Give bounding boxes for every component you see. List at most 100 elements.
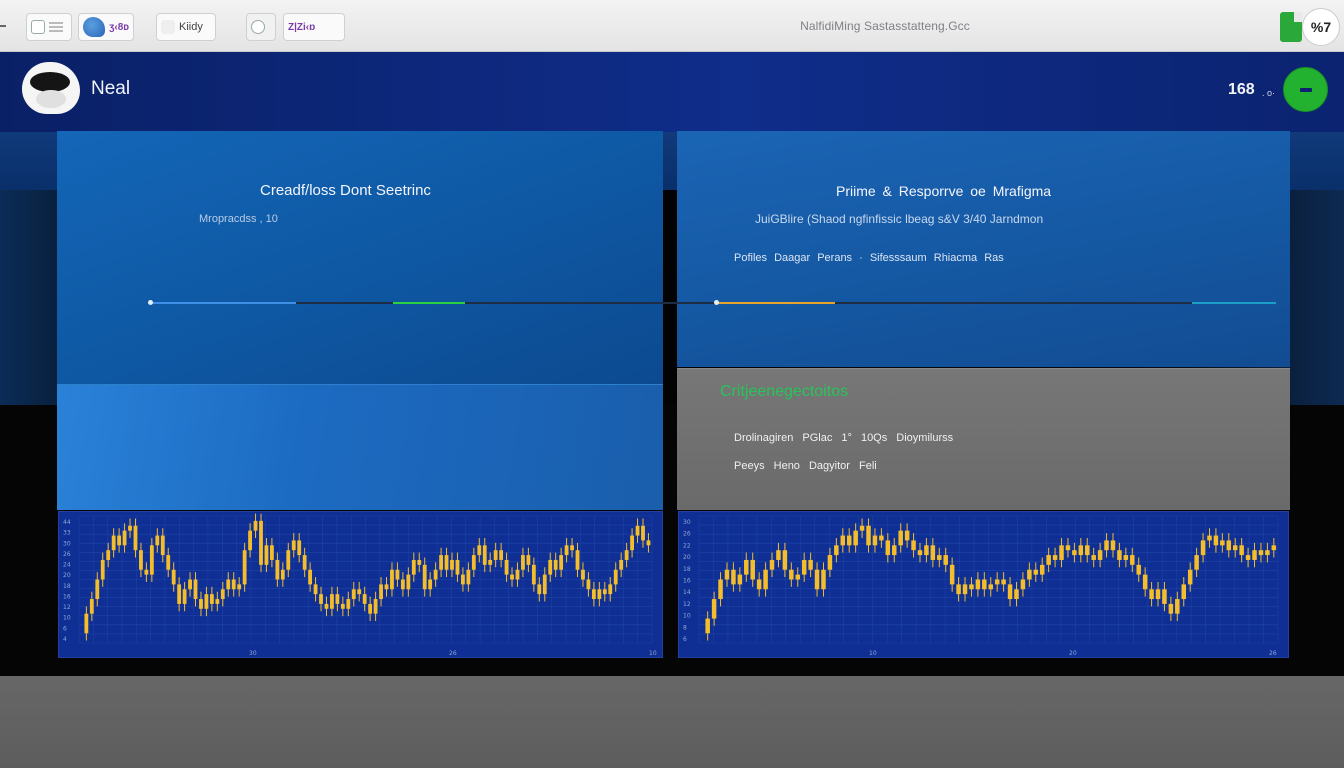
y-tick-label: 26 <box>683 531 691 538</box>
notification-badge[interactable]: %7 <box>1302 8 1340 46</box>
candle <box>988 584 994 590</box>
candle <box>275 559 280 580</box>
candle <box>969 584 974 590</box>
candle <box>477 545 482 556</box>
candle <box>379 584 383 600</box>
tab-5-label: Z|Zi‹ɒ <box>288 21 316 33</box>
candle <box>270 545 274 560</box>
candle <box>171 569 176 585</box>
candle <box>602 589 607 595</box>
candle <box>149 545 154 575</box>
candle <box>750 559 755 580</box>
candle <box>962 584 968 595</box>
candle <box>390 569 394 590</box>
candle <box>776 550 781 560</box>
y-tick-label: 22 <box>683 542 691 549</box>
x-tick-label: 30 <box>249 650 257 657</box>
chart-left-svg: 44 33 30 26 24 20 18 16 12 10 6 4 30 26 10 <box>63 513 657 657</box>
user-name: Neal <box>91 78 131 99</box>
candle <box>937 555 942 560</box>
tab-3[interactable]: Kiidy <box>156 13 216 41</box>
candle <box>444 555 449 570</box>
y-tick-label: 16 <box>63 593 71 600</box>
progress-segment <box>1191 302 1276 304</box>
candle <box>111 535 116 551</box>
candle <box>461 574 465 585</box>
candle <box>1232 545 1238 551</box>
candle <box>892 545 897 556</box>
candle <box>1149 589 1154 600</box>
tab-4[interactable] <box>246 13 276 41</box>
candle <box>834 545 839 556</box>
candle <box>488 559 493 565</box>
status-button[interactable] <box>1283 67 1328 112</box>
y-tick-label: 30 <box>63 540 71 547</box>
panel-subtitle: JuiGBlire (Shaod ngfinfissic lbeag s&V 3… <box>755 212 1044 226</box>
candle <box>898 530 903 546</box>
candle <box>193 579 198 600</box>
candle <box>531 564 536 585</box>
progress-handle[interactable] <box>148 300 153 305</box>
candle <box>1052 555 1058 560</box>
candle <box>160 535 165 556</box>
candle <box>510 574 514 580</box>
candle <box>128 525 132 531</box>
candle <box>199 599 203 609</box>
extension-icon[interactable] <box>1280 12 1302 42</box>
candle <box>1110 540 1116 551</box>
candle <box>1039 564 1045 575</box>
tab-2[interactable]: ʒ‹8ᴅ <box>78 13 134 41</box>
candle <box>630 535 634 551</box>
candle <box>406 574 411 590</box>
candlestick-chart-left: 44 33 30 26 24 20 18 16 12 10 6 4 30 26 10 <box>58 511 663 658</box>
minus-icon <box>1299 87 1312 92</box>
y-tick-label: 8 <box>683 624 687 631</box>
page-icon <box>31 20 45 34</box>
candle <box>795 574 801 580</box>
panel-meta: Pofiles Daagar Perans · Sifesssaum Rhiac… <box>734 252 1004 264</box>
candle <box>949 564 955 585</box>
candle <box>956 584 961 595</box>
candle <box>362 594 367 604</box>
candle <box>853 530 858 546</box>
footer-area <box>0 676 1344 768</box>
candle <box>433 569 438 580</box>
progress-segment <box>716 302 835 304</box>
candle <box>1162 589 1167 604</box>
candle <box>106 550 111 560</box>
critical-line-2: Peeys Heno Dagyitor Feli <box>734 460 877 472</box>
candle <box>879 535 884 541</box>
candle <box>259 520 263 565</box>
candle <box>737 574 743 585</box>
candle <box>313 584 318 595</box>
progress-timeline[interactable] <box>148 300 1276 305</box>
tab-1[interactable] <box>26 13 72 41</box>
avatar[interactable] <box>22 62 80 114</box>
panel-subtitle: Mropracdss , 10 <box>199 213 278 225</box>
candle <box>373 599 378 614</box>
candle <box>564 545 569 556</box>
candle <box>1271 545 1277 551</box>
candle <box>930 545 936 560</box>
candle <box>789 569 794 580</box>
tab-5[interactable]: Z|Zi‹ɒ <box>283 13 345 41</box>
candlestick-chart-right: 30 26 22 20 18 16 14 12 10 8 6 10 20 26 <box>678 511 1289 658</box>
candle <box>450 559 454 570</box>
x-tick-label: 26 <box>1269 650 1277 657</box>
list-icon <box>49 22 63 32</box>
candle <box>1207 535 1212 541</box>
candle <box>280 569 285 580</box>
candle <box>253 520 258 531</box>
candle <box>885 540 891 556</box>
candle <box>1265 550 1270 556</box>
y-tick-label: 16 <box>683 578 691 585</box>
y-tick-label: 33 <box>63 530 71 537</box>
candle <box>526 555 531 565</box>
candle <box>1194 555 1199 570</box>
candle <box>801 559 807 575</box>
candle <box>1130 555 1135 565</box>
candle <box>1181 584 1187 600</box>
candle <box>521 555 525 570</box>
header-count-suffix: . o· <box>1262 88 1276 98</box>
candle <box>493 550 498 560</box>
